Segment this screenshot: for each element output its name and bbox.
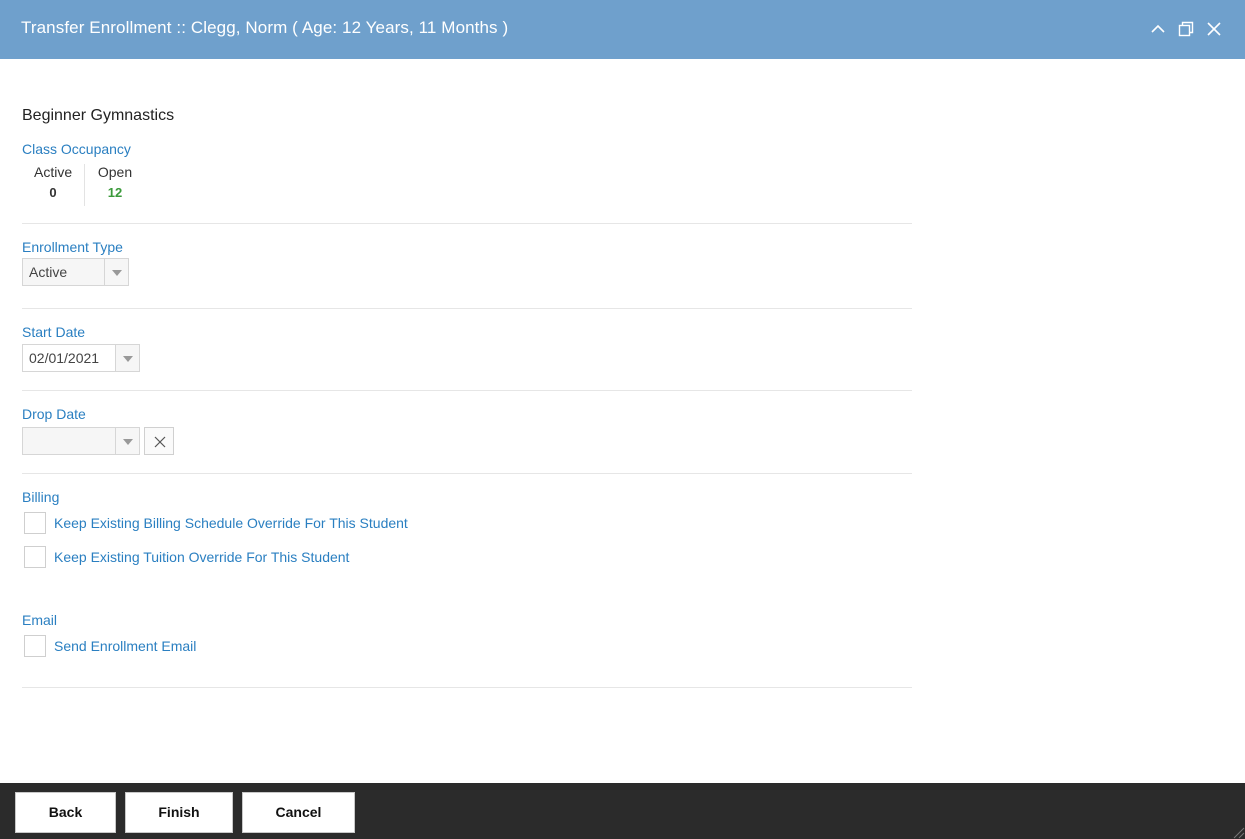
send-enrollment-email-label[interactable]: Send Enrollment Email [54,638,196,654]
occupancy-open-label: Open [97,164,133,180]
enrollment-type-dropdown[interactable]: Active [22,258,129,286]
occupancy-active: Active 0 [34,164,72,200]
resize-grip-icon[interactable] [1229,823,1245,839]
section-divider [22,390,912,391]
start-date-value: 02/01/2021 [29,350,100,366]
clear-drop-date-button[interactable] [144,427,174,455]
chevron-down-icon[interactable] [115,428,139,454]
occupancy-active-value: 0 [49,185,57,200]
close-icon[interactable] [1205,20,1223,38]
billing-label: Billing [22,489,60,505]
section-divider [22,473,912,474]
enrollment-type-value: Active [29,264,68,280]
occupancy-open: Open 12 [97,164,133,200]
occupancy-divider [84,164,85,206]
section-divider [22,223,912,224]
keep-tuition-override-label[interactable]: Keep Existing Tuition Override For This … [54,549,349,565]
occupancy-open-value: 12 [107,185,123,200]
keep-billing-schedule-override-label[interactable]: Keep Existing Billing Schedule Override … [54,515,408,531]
chevron-down-icon[interactable] [104,259,128,285]
drop-date-label: Drop Date [22,406,86,422]
start-date-label: Start Date [22,324,86,340]
occupancy-active-label: Active [34,164,73,180]
dialog-footer: Back Finish Cancel [0,783,1245,839]
email-label: Email [22,612,58,628]
section-divider [22,308,912,309]
keep-billing-schedule-override-checkbox[interactable] [24,512,46,534]
maximize-icon[interactable] [1177,20,1195,38]
cancel-button[interactable]: Cancel [242,792,355,833]
keep-tuition-override-checkbox[interactable] [24,546,46,568]
close-icon [154,436,166,448]
start-date-picker[interactable]: 02/01/2021 [22,344,140,372]
chevron-up-icon[interactable] [1149,20,1167,38]
send-enrollment-email-checkbox[interactable] [24,635,46,657]
chevron-down-icon[interactable] [115,345,139,371]
window-title: Transfer Enrollment :: Clegg, Norm ( Age… [21,18,509,37]
section-divider [22,687,912,688]
window-titlebar: Transfer Enrollment :: Clegg, Norm ( Age… [0,0,1245,59]
drop-date-picker[interactable] [22,427,140,455]
class-occupancy-label: Class Occupancy [22,141,131,157]
enrollment-type-label: Enrollment Type [22,239,123,255]
finish-button[interactable]: Finish [125,792,233,833]
back-button[interactable]: Back [15,792,116,833]
class-name-heading: Beginner Gymnastics [22,107,175,124]
